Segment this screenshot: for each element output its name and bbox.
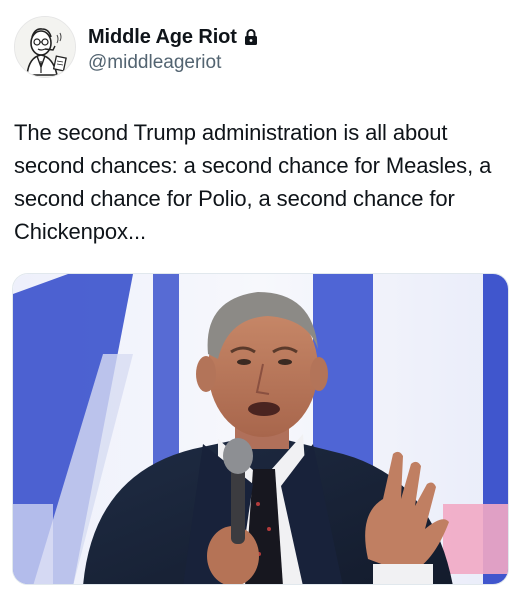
tweet-media-photo[interactable] xyxy=(12,273,509,585)
tweet-header: Middle Age Riot @middleageriot xyxy=(14,16,494,80)
speaker-photo xyxy=(13,274,508,584)
avatar[interactable] xyxy=(14,16,76,78)
handle[interactable]: @middleageriot xyxy=(88,52,259,74)
tweet-text: The second Trump administration is all a… xyxy=(14,120,492,244)
author-names: Middle Age Riot @middleageriot xyxy=(88,24,259,74)
cartoon-man-avatar-icon xyxy=(15,17,75,77)
lock-icon xyxy=(244,29,257,45)
display-name[interactable]: Middle Age Riot xyxy=(88,26,237,49)
